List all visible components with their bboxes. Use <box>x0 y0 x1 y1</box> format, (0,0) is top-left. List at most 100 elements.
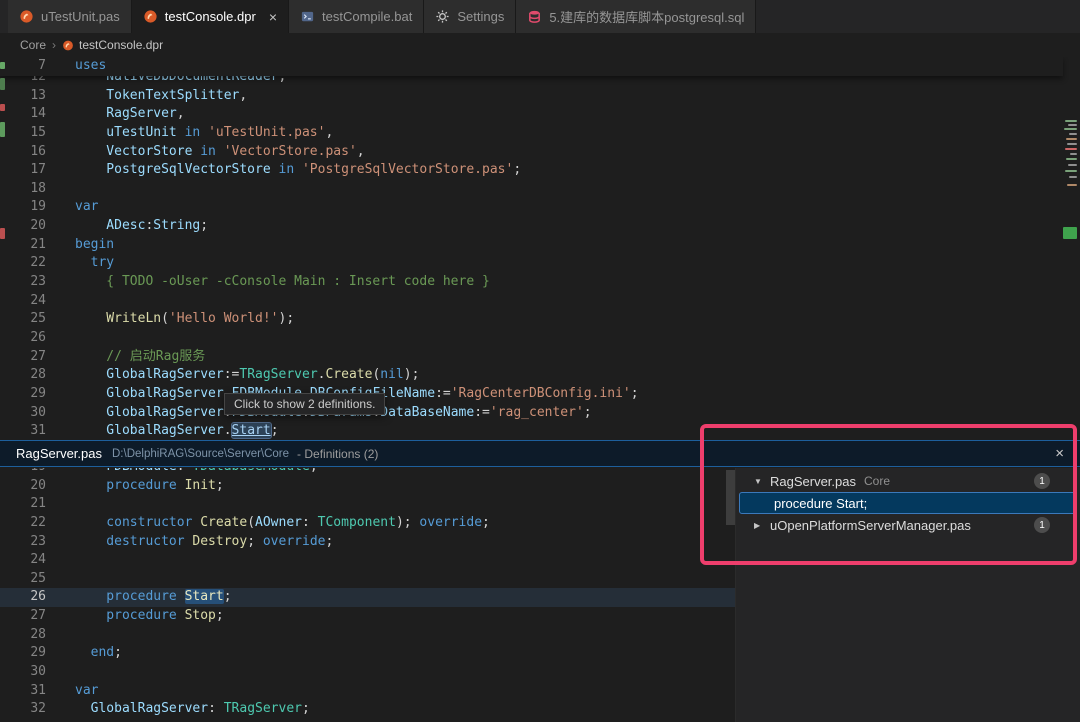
breadcrumb-folder[interactable]: Core <box>20 38 46 52</box>
code-text: VectorStore in 'VectorStore.pas', <box>75 143 365 159</box>
line-number: 28 <box>30 367 46 383</box>
code-text: end; <box>75 645 122 661</box>
chevron-right-icon: › <box>52 38 57 52</box>
minimap-mark <box>1066 158 1077 160</box>
editor-tab[interactable]: testCompile.bat <box>289 0 425 33</box>
code-line[interactable]: 25 <box>0 570 735 589</box>
code-line[interactable]: 24 <box>0 292 1080 311</box>
definition-file-item[interactable]: ▼ RagServer.pas Core 1 <box>736 470 1080 492</box>
code-line[interactable]: 23 destructor Destroy; override; <box>0 533 735 552</box>
code-line[interactable]: 31 GlobalRagServer.Start; <box>0 422 1080 440</box>
definition-file-item[interactable]: ▶ uOpenPlatformServerManager.pas 1 <box>736 514 1080 536</box>
tab-label: 5.建库的数据库脚本postgresql.sql <box>549 10 745 25</box>
code-line[interactable]: 29 GlobalRagServer.FDBModule.DBConfigFil… <box>0 385 1080 404</box>
editor-tab[interactable]: uTestUnit.pas <box>8 0 132 33</box>
editor-tab[interactable]: Settings <box>424 0 517 33</box>
code-line[interactable]: 21 <box>0 495 735 514</box>
code-line[interactable]: 27 // 启动Rag服务 <box>0 348 1080 367</box>
tree-item-label: RagServer.pas <box>770 473 856 489</box>
database-icon <box>527 9 542 24</box>
code-text: ADesc:String; <box>75 218 209 234</box>
line-number: 18 <box>30 180 46 196</box>
line-number: 22 <box>30 255 46 271</box>
code-line[interactable]: 16 VectorStore in 'VectorStore.pas', <box>0 143 1080 162</box>
chevron-down-icon[interactable]: ▼ <box>754 477 770 486</box>
minimap-mark <box>1066 138 1077 140</box>
line-number: 27 <box>30 348 46 364</box>
line-number: 27 <box>30 608 46 624</box>
minimap-mark <box>1070 153 1077 155</box>
editor-tab[interactable]: testConsole.dpr × <box>131 0 290 33</box>
code-line[interactable]: 28 <box>0 626 735 645</box>
minimap-mark <box>1069 133 1077 135</box>
code-line[interactable]: 27 procedure Stop; <box>0 607 735 626</box>
peek-code-editor[interactable]: 19 FDBModule: TDatabaseModule;20 procedu… <box>0 468 735 722</box>
definition-reference-item[interactable]: procedure Start; <box>739 492 1077 514</box>
line-number: 19 <box>0 468 46 477</box>
definitions-tree: ▼ RagServer.pas Core 1 procedure Start; ▶ uOpe… <box>735 468 1080 722</box>
code-line[interactable]: 15 uTestUnit in 'uTestUnit.pas', <box>0 124 1080 143</box>
code-line[interactable]: 26 <box>0 329 1080 348</box>
code-line[interactable]: 30 <box>0 663 735 682</box>
code-line[interactable]: 32 GlobalRagServer: TRagServer; <box>0 700 735 719</box>
code-editor[interactable]: 12 NativeDbDocumentReader, 13 TokenTextSp… <box>0 57 1080 440</box>
code-line[interactable]: 14 RagServer, <box>0 105 1080 124</box>
delphi-file-icon <box>62 38 74 53</box>
code-line[interactable]: 18 <box>0 180 1080 199</box>
tree-item-label: uOpenPlatformServerManager.pas <box>770 517 971 533</box>
code-line[interactable]: 29 end; <box>0 644 735 663</box>
sticky-scroll-line[interactable]: 7 uses <box>0 57 1063 76</box>
chevron-right-icon[interactable]: ▶ <box>754 521 770 530</box>
code-line[interactable]: 28 GlobalRagServer:=TRagServer.Create(ni… <box>0 366 1080 385</box>
breadcrumb-file[interactable]: testConsole.dpr <box>62 38 163 53</box>
code-line[interactable]: 21 begin <box>0 236 1080 255</box>
code-line[interactable]: 22 constructor Create(AOwner: TComponent… <box>0 514 735 533</box>
line-number: 32 <box>30 701 46 717</box>
code-line[interactable]: 26 procedure Start; <box>0 588 735 608</box>
code-line[interactable]: 22 try <box>0 254 1080 273</box>
code-line[interactable]: 20 ADesc:String; <box>0 217 1080 236</box>
tab-close-icon[interactable]: × <box>269 10 277 24</box>
code-line[interactable]: 24 <box>0 551 735 570</box>
code-text: PostgreSqlVectorStore in 'PostgreSqlVect… <box>75 162 522 178</box>
code-text: var <box>75 682 99 698</box>
editor-tab[interactable]: 5.建库的数据库脚本postgresql.sql <box>516 0 757 33</box>
definition-count-tooltip: Click to show 2 definitions. <box>224 393 386 415</box>
code-line[interactable]: 19 FDBModule: TDatabaseModule; <box>0 468 735 477</box>
peek-file-path: D:\DelphiRAG\Source\Server\Core <box>112 447 290 460</box>
code-line[interactable]: 19 var <box>0 198 1080 217</box>
line-number: 20 <box>30 218 46 234</box>
code-text: begin <box>75 236 115 252</box>
scrollbar[interactable] <box>726 470 735 525</box>
code-text: procedure Init; <box>75 477 224 493</box>
tab-label: testConsole.dpr <box>164 9 256 24</box>
minimap-mark <box>1069 176 1077 178</box>
delphi-file-icon <box>19 9 34 24</box>
code-text: uTestUnit in 'uTestUnit.pas', <box>75 124 334 140</box>
tree-item-label: procedure Start; <box>774 495 868 511</box>
line-number: 29 <box>30 645 46 661</box>
code-text: try <box>75 255 115 271</box>
peek-title: RagServer.pas <box>16 446 102 461</box>
line-number: 31 <box>30 423 46 439</box>
line-number: 20 <box>30 477 46 493</box>
code-text: { TODO -oUser -cConsole Main : Insert co… <box>75 274 490 290</box>
code-line[interactable]: 17 PostgreSqlVectorStore in 'PostgreSqlV… <box>0 161 1080 180</box>
minimap-mark <box>1068 124 1077 126</box>
code-text: procedure Start; <box>75 589 232 605</box>
code-text: WriteLn('Hello World!'); <box>75 311 295 327</box>
close-icon[interactable]: × <box>1049 445 1070 462</box>
code-text: TokenTextSplitter, <box>75 87 248 103</box>
code-line[interactable]: 20 procedure Init; <box>0 477 735 496</box>
code-line[interactable]: 7 uses <box>0 57 1063 76</box>
code-line[interactable]: 23 { TODO -oUser -cConsole Main : Insert… <box>0 273 1080 292</box>
code-text: GlobalRagServer: TRagServer; <box>75 701 310 717</box>
minimap-mark <box>1067 184 1077 186</box>
code-line[interactable]: 13 TokenTextSplitter, <box>0 87 1080 106</box>
minimap[interactable] <box>1063 114 1080 440</box>
code-line[interactable]: 30 GlobalRagServer.FDBModule.DBParams.Da… <box>0 404 1080 423</box>
code-line[interactable]: 25 WriteLn('Hello World!'); <box>0 310 1080 329</box>
line-number: 7 <box>38 58 46 73</box>
code-line[interactable]: 31 var <box>0 682 735 701</box>
definition-link[interactable]: Start <box>230 422 272 440</box>
